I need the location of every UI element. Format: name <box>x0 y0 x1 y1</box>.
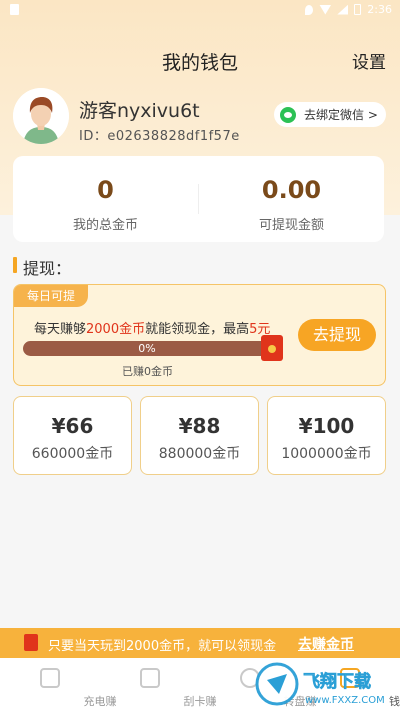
wifi-icon <box>319 4 332 15</box>
withdrawable-label: 可提现金额 <box>258 218 324 233</box>
earn-prefix: 每天赚够 <box>34 322 87 337</box>
ticket-icon <box>140 668 160 688</box>
total-coins-label: 我的总金币 <box>72 218 138 233</box>
earn-target: 2000金币 <box>86 322 146 337</box>
wechat-icon <box>280 106 296 123</box>
notification-icon <box>10 4 19 15</box>
signal-icon <box>337 4 349 15</box>
earn-coins-link[interactable]: 去赚金币 <box>298 634 354 654</box>
red-packet-icon <box>261 335 283 361</box>
amount-coins: 660000金币 <box>31 446 114 462</box>
withdraw-button[interactable]: 去提现 <box>298 319 376 351</box>
user-id: ID：e02638828df1f57e <box>79 129 240 144</box>
amount-price: ¥100 <box>298 414 355 438</box>
tab-charge[interactable]: 充电赚 <box>0 658 117 712</box>
earned-coins-label: 已赚0金币 <box>122 365 173 378</box>
avatar[interactable] <box>13 88 69 144</box>
daily-tag: 每日可提 <box>14 285 88 307</box>
battery-icon <box>40 668 60 688</box>
daily-withdraw-card: 每日可提 每天赚够2000金币就能领现金，最高5元 0% 已赚0金币 去提现 <box>13 284 386 386</box>
total-coins-stat[interactable]: 0 我的总金币 <box>13 156 198 242</box>
page-title: 我的钱包 <box>161 52 238 74</box>
withdrawable-stat[interactable]: 0.00 可提现金额 <box>199 156 384 242</box>
svg-text:飞翔下载: 飞翔下载 <box>303 671 371 692</box>
watermark-logo: 飞翔下载 www.FXXZ.COM <box>253 660 397 708</box>
earn-description: 每天赚够2000金币就能领现金，最高5元 <box>34 318 270 337</box>
status-bar: 2:36 <box>0 0 400 20</box>
withdrawable-value: 0.00 <box>261 176 322 204</box>
amount-coins: 880000金币 <box>158 446 241 462</box>
status-time: 2:36 <box>367 3 392 16</box>
amount-price: ¥88 <box>178 414 221 438</box>
amount-option-66[interactable]: ¥66 660000金币 <box>13 396 132 475</box>
amount-option-88[interactable]: ¥88 880000金币 <box>140 396 259 475</box>
bind-wechat-label: 去绑定微信 > <box>304 108 378 122</box>
amount-coins: 1000000金币 <box>281 446 372 462</box>
svg-text:www.FXXZ.COM: www.FXXZ.COM <box>305 695 385 706</box>
location-icon <box>305 4 314 15</box>
red-packet-icon <box>24 634 38 651</box>
earn-coins-banner: 只要当天玩到2000金币，就可以领现金 去赚金币 <box>0 628 400 658</box>
withdraw-section-title: 提现： <box>13 255 71 279</box>
bind-wechat-button[interactable]: 去绑定微信 > <box>274 102 386 127</box>
username: 游客nyxivu6t <box>79 100 200 122</box>
tab-scratch[interactable]: 刮卡赚 <box>100 658 217 712</box>
progress-bar: 0% <box>23 341 271 356</box>
battery-status-icon <box>354 4 362 15</box>
total-coins-value: 0 <box>97 176 114 204</box>
progress-percent: 0% <box>138 342 156 355</box>
amount-price: ¥66 <box>51 414 94 438</box>
settings-button[interactable]: 设置 <box>352 48 386 73</box>
amount-option-100[interactable]: ¥100 1000000金币 <box>267 396 386 475</box>
earn-middle: 就能领现金，最高 <box>145 322 250 337</box>
banner-text: 只要当天玩到2000金币，就可以领现金 <box>48 639 277 654</box>
stats-card: 0 我的总金币 0.00 可提现金额 <box>13 156 384 242</box>
